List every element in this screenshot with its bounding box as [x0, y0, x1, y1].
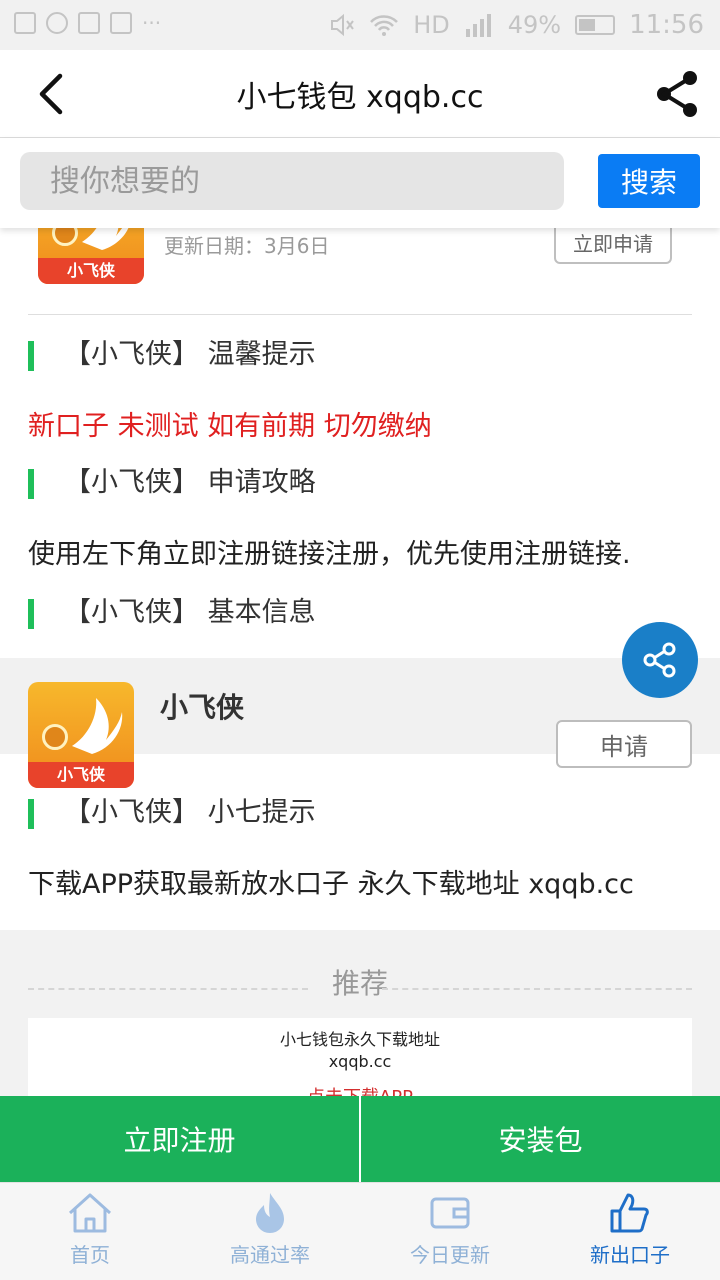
- battery-icon: [575, 15, 616, 35]
- status-bar: ··· HD 49% 11:56: [0, 0, 720, 50]
- coin-icon: [42, 724, 68, 750]
- search-button[interactable]: 搜索: [598, 154, 700, 208]
- more-notifications-icon: ···: [142, 11, 162, 35]
- recommend-title: 推荐: [331, 967, 388, 1000]
- section-heading-xiaoqi: 【小飞侠】 小七提示: [28, 796, 316, 830]
- flame-icon: [256, 1193, 284, 1233]
- thumbs-up-icon: [610, 1193, 649, 1233]
- section-title: 【小飞侠】 温馨提示: [64, 339, 316, 370]
- tab-label: 今日更新: [410, 1243, 490, 1267]
- section-title: 【小飞侠】 申请攻略: [64, 467, 316, 498]
- divider: [28, 314, 692, 315]
- message-icon: [78, 12, 100, 34]
- navigation-bar: 小七钱包 xqqb.cc: [0, 50, 720, 138]
- action-bar: 立即注册 安装包: [0, 1096, 720, 1182]
- download-icon: [110, 12, 132, 34]
- app-icon: 小飞侠: [28, 682, 134, 788]
- search-bar: 搜索: [0, 138, 720, 228]
- guide-text: 使用左下角立即注册链接注册，优先使用注册链接.: [28, 539, 631, 570]
- apply-now-button[interactable]: 立即申请: [554, 228, 672, 264]
- clock: 11:56: [629, 10, 704, 40]
- tab-high-pass-rate[interactable]: 高通过率: [180, 1183, 360, 1280]
- wifi-icon: [370, 15, 399, 36]
- tab-today-update[interactable]: 今日更新: [360, 1183, 540, 1280]
- app-icon-label: 小飞侠: [28, 762, 134, 788]
- install-package-button[interactable]: 安装包: [361, 1096, 720, 1182]
- floating-share-button[interactable]: [622, 622, 698, 698]
- section-title: 【小飞侠】 小七提示: [64, 797, 316, 828]
- share-icon[interactable]: [652, 68, 704, 120]
- recommend-card-url: xqqb.cc: [328, 1052, 392, 1071]
- tab-home[interactable]: 首页: [0, 1183, 180, 1280]
- gallery-icon: [14, 12, 36, 34]
- wallet-icon: [430, 1197, 470, 1229]
- xiaoqi-text: 下载APP获取最新放水口子 永久下载地址 xqqb.cc: [28, 869, 634, 900]
- app-name: 小飞侠: [160, 691, 245, 724]
- section-heading-tip: 【小飞侠】 温馨提示: [28, 338, 316, 372]
- section-heading-guide: 【小飞侠】 申请攻略: [28, 466, 316, 500]
- apply-button[interactable]: 申请: [556, 720, 692, 768]
- tip-text: 新口子 未测试 如有前期 切勿缴纳: [28, 411, 432, 442]
- signal-icon: [465, 14, 491, 37]
- network-type: HD: [413, 11, 450, 39]
- update-date: 更新日期：3月6日: [164, 234, 330, 258]
- register-now-button[interactable]: 立即注册: [0, 1096, 359, 1182]
- tab-bar: 首页 高通过率 今日更新 新出口子: [0, 1182, 720, 1280]
- app-icon-label: 小飞侠: [38, 258, 144, 284]
- section-marker: [28, 798, 34, 829]
- page-title: 小七钱包 xqqb.cc: [236, 80, 484, 115]
- section-heading-info: 【小飞侠】 基本信息: [28, 596, 316, 630]
- tab-label: 新出口子: [590, 1243, 670, 1267]
- recommend-section: 推荐 小七钱包永久下载地址 xqqb.cc 点击下载APP: [0, 930, 720, 1110]
- mute-icon: [331, 13, 354, 37]
- tab-label: 首页: [70, 1243, 110, 1267]
- notification-icons: ···: [14, 12, 161, 34]
- section-marker: [28, 340, 34, 371]
- search-input[interactable]: [20, 152, 564, 210]
- dashed-divider: [382, 988, 692, 990]
- bird-logo-icon: [72, 698, 123, 754]
- section-marker: [28, 598, 34, 629]
- section-marker: [28, 468, 34, 499]
- recommend-card-title: 小七钱包永久下载地址: [279, 1030, 440, 1049]
- section-title: 【小飞侠】 基本信息: [64, 597, 316, 628]
- battery-percent: 49%: [507, 11, 562, 39]
- tab-new-loans[interactable]: 新出口子: [540, 1183, 720, 1280]
- chat-icon: [46, 12, 68, 34]
- tab-label: 高通过率: [230, 1243, 310, 1267]
- home-icon: [68, 1193, 112, 1233]
- share-icon: [643, 642, 676, 678]
